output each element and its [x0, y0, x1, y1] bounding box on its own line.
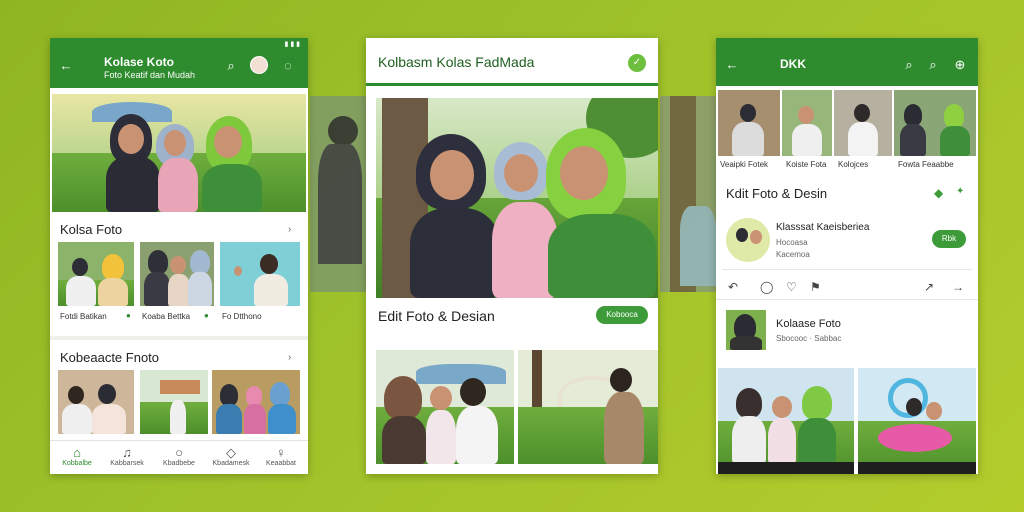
- center-header: Kolbasm Kolas FadMada ✓: [366, 38, 658, 86]
- bookmark-icon[interactable]: ⚑: [810, 280, 821, 294]
- grid-photo-2[interactable]: [518, 350, 658, 464]
- avatar[interactable]: [250, 56, 268, 74]
- app-title: DKK: [780, 57, 806, 71]
- reply-icon[interactable]: ↶: [728, 280, 738, 294]
- album-title: Klasssat Kaeisberiea: [776, 222, 870, 233]
- feed-photo-1[interactable]: [718, 368, 854, 474]
- right-phone-screen: ← DKK ⌕ ⌕ ⊕ Veaipki Fotek Koiste Fota Ko…: [716, 38, 978, 474]
- download-icon[interactable]: ⊕: [952, 58, 968, 72]
- leaf-icon[interactable]: ✓: [628, 54, 646, 72]
- edit-button[interactable]: Kobooca: [596, 306, 648, 324]
- search-icon[interactable]: ⌕: [926, 58, 940, 72]
- leaf-icon[interactable]: ◆: [934, 186, 943, 200]
- strip-caption-2: Koiste Fota: [786, 160, 827, 169]
- album-meta: Kacemoa: [776, 250, 810, 259]
- chevron-right-icon[interactable]: ›: [288, 224, 291, 235]
- shield-icon: ◇: [226, 445, 236, 460]
- album-action-button[interactable]: Rbk: [932, 230, 966, 248]
- user-card[interactable]: Kolaase Foto Sbocooc · Sabbac: [722, 308, 972, 358]
- left-phone-screen: ▮ ▮ ▮ ← Kolase Koto Foto Keatif dan Muda…: [50, 38, 308, 474]
- action-row: ↶ ◯ ♡ ⚑ ↗ →: [716, 276, 978, 300]
- thumbnail-5[interactable]: [140, 370, 208, 434]
- comment-icon[interactable]: ◯: [760, 280, 773, 294]
- nav-saved[interactable]: ◇ Kbadamesk: [206, 445, 256, 467]
- strip-caption-3: Kolojces: [838, 160, 869, 169]
- circle-icon: ○: [175, 445, 183, 460]
- background-photo-left: [310, 96, 366, 292]
- share-icon[interactable]: ↗: [924, 280, 934, 294]
- thumbnail-caption-3: Fo Dtthono: [222, 312, 262, 321]
- app-title: Kolase Koto: [104, 55, 175, 69]
- album-card[interactable]: Klasssat Kaeisberiea Hocoasa Kacemoa Rbk: [722, 212, 972, 270]
- section-title-collage: Kolsa Foto: [60, 222, 123, 237]
- media-control-bar: [858, 462, 976, 474]
- strip-caption-4: Fowta Feaabbe: [898, 160, 954, 169]
- album-avatar: [726, 218, 770, 262]
- left-app-bar: ▮ ▮ ▮ ← Kolase Koto Foto Keatif dan Muda…: [50, 38, 308, 88]
- section-divider: [50, 336, 308, 340]
- strip-photo-4[interactable]: [894, 90, 976, 156]
- nav-label: Kobbalbe: [62, 460, 92, 467]
- nav-explore[interactable]: ○ Kbadbebe: [154, 445, 204, 467]
- nav-label: Kbadbebe: [163, 460, 195, 467]
- sparkle-icon[interactable]: ✦: [956, 186, 964, 197]
- nav-label: Kbadamesk: [212, 460, 250, 467]
- thumbnail-caption-1: Fotdi Batikan: [60, 312, 107, 321]
- background-photo-right: [660, 96, 716, 292]
- search-icon[interactable]: ⌕: [224, 59, 238, 73]
- edit-section-title: Kdit Foto & Desin: [726, 186, 828, 201]
- thumbnail-4[interactable]: [58, 370, 134, 434]
- nav-label: Keaabbat: [266, 460, 296, 467]
- back-arrow-icon[interactable]: ←: [724, 58, 740, 72]
- feed-photo-2[interactable]: [858, 368, 976, 474]
- nav-label: Kabbarsek: [110, 460, 144, 467]
- thumbnail-3[interactable]: [220, 242, 300, 306]
- album-meta: Hocoasa: [776, 238, 808, 247]
- thumbnail-6[interactable]: [212, 370, 300, 434]
- check-icon: ●: [126, 311, 131, 320]
- home-icon: ⌂: [73, 445, 81, 460]
- app-subtitle: Foto Keatif dan Mudah: [104, 70, 196, 80]
- strip-photo-3[interactable]: [834, 90, 892, 156]
- main-photo[interactable]: [376, 98, 658, 298]
- thumbnail-caption-2: Koaba Bettka: [142, 312, 191, 321]
- user-title: Kolaase Foto: [776, 318, 841, 330]
- grid-photo-1[interactable]: [376, 350, 514, 464]
- chevron-right-icon[interactable]: ›: [288, 352, 291, 363]
- user-avatar: [726, 310, 766, 350]
- thumbnail-1[interactable]: [58, 242, 134, 306]
- search-icon[interactable]: ⌕: [902, 58, 916, 72]
- user-meta: Sbocooc · Sabbac: [776, 334, 842, 343]
- back-arrow-icon[interactable]: ←: [58, 59, 74, 73]
- hero-photo[interactable]: [52, 94, 306, 212]
- heart-icon[interactable]: ♡: [786, 280, 797, 294]
- thumbnail-2[interactable]: [140, 242, 214, 306]
- section-title-photo: Kobeaacte Fnoto: [60, 350, 160, 365]
- check-icon: ●: [204, 311, 209, 320]
- nav-notifications[interactable]: ♫ Kabbarsek: [102, 445, 152, 467]
- bottom-nav: ⌂ Kobbalbe ♫ Kabbarsek ○ Kbadbebe ◇ Kbadames…: [50, 440, 308, 474]
- strip-photo-2[interactable]: [782, 90, 832, 156]
- bell-icon: ♫: [122, 445, 132, 460]
- edit-section-title: Edit Foto & Desian: [378, 308, 495, 324]
- status-bar-icons: ▮ ▮ ▮: [284, 41, 300, 48]
- person-icon: ♀: [276, 445, 286, 460]
- nav-home[interactable]: ⌂ Kobbalbe: [52, 445, 102, 467]
- right-app-bar: ← DKK ⌕ ⌕ ⊕: [716, 38, 978, 86]
- media-control-bar: [718, 462, 854, 474]
- center-phone-screen: Kolbasm Kolas FadMada ✓ Edit Foto & Desi…: [366, 38, 658, 474]
- nav-profile[interactable]: ♀ Keaabbat: [256, 445, 306, 467]
- strip-photo-1[interactable]: [718, 90, 780, 156]
- forward-icon[interactable]: →: [952, 280, 964, 294]
- app-title: Kolbasm Kolas FadMada: [378, 54, 535, 70]
- strip-caption-1: Veaipki Fotek: [720, 160, 769, 169]
- chat-icon[interactable]: ◌: [280, 59, 296, 73]
